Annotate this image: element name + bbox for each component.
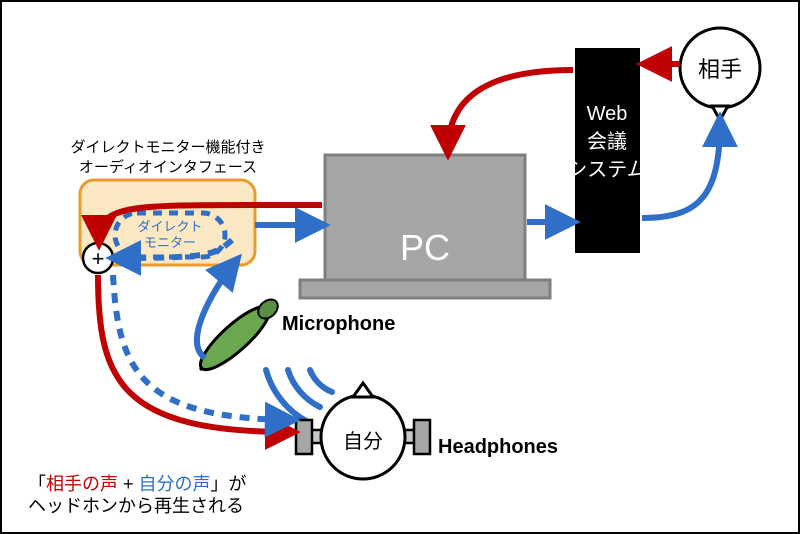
caption-post1: 」が [211,474,247,494]
diagram-canvas: PC Web 会議 システム 相手 ダイレクトモニター機能付き オーディオインタ… [0,0,800,534]
caption-pre: 「 [28,474,46,494]
peer-node: 相手 [680,28,760,120]
caption: 「相手の声 + 自分の声」が ヘッドホンから再生される [28,474,247,516]
interface-caption-2: オーディオインタフェース [79,158,257,176]
peer-label: 相手 [698,57,742,82]
web-sys-label-2: 会議 [587,130,627,153]
svg-text:「相手の声 + 自分の声」が: 「相手の声 + 自分の声」が [28,474,247,494]
caption-line2: ヘッドホンから再生される [28,496,244,516]
self-node: 自分 Headphones [296,383,558,479]
microphone-label: Microphone [282,313,395,335]
pc-node: PC [300,155,550,298]
caption-plus: + [118,474,139,494]
path-websys-to-pc [448,70,573,150]
self-label: 自分 [343,430,383,453]
sound-waves-icon [266,370,332,422]
direct-monitor-label-1: ダイレクト [137,219,202,234]
mixer-plus-label: + [92,246,105,271]
pc-label: PC [400,227,450,268]
interface-caption-1: ダイレクトモニター機能付き [70,139,265,156]
direct-monitor-label-2: モニター [144,235,196,250]
caption-red: 相手の声 [46,474,118,494]
path-websys-to-peer [642,122,720,218]
web-system-node: Web 会議 システム [567,48,646,253]
web-sys-label-1: Web [587,103,628,125]
web-sys-label-3: システム [567,159,646,181]
headphones-label: Headphones [438,436,558,458]
caption-blue: 自分の声 [139,474,211,494]
microphone-icon: Microphone [193,296,395,378]
